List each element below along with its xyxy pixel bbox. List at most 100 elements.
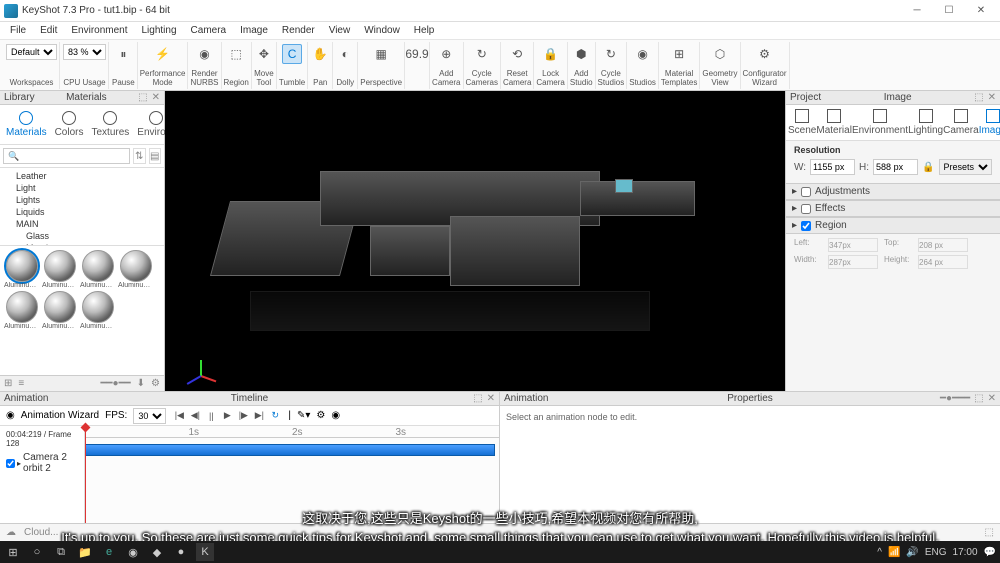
import-icon[interactable]: ⬇ [137,378,145,389]
width-input[interactable] [810,159,855,175]
toolbar-performance-mode[interactable]: ⚡ [153,44,173,64]
menu-lighting[interactable]: Lighting [136,23,183,38]
screenshot-icon[interactable]: ⬚ [985,527,994,538]
menu-view[interactable]: View [323,23,357,38]
tree-item[interactable]: Glass [2,230,162,242]
undock-icon[interactable]: ⬚ [974,393,983,404]
search-input[interactable] [3,148,130,164]
maximize-button[interactable]: ☐ [934,2,964,20]
sort-icon[interactable]: ⇅ [133,148,146,164]
material-thumb[interactable]: Aluminum T... [80,291,116,330]
toolbar-dolly[interactable]: ◐ [335,44,355,64]
clock[interactable]: 17:00 [953,547,978,558]
view-list-icon[interactable]: ≡ [18,378,24,389]
last-frame-button[interactable]: ▶| [252,409,266,423]
projtab-lighting[interactable]: Lighting [908,109,943,136]
toolbar-reset-camera[interactable]: ⟲ [507,44,527,64]
chrome-icon[interactable]: ◉ [124,543,142,561]
next-frame-button[interactable]: |▶ [236,409,250,423]
tray-up-icon[interactable]: ^ [877,547,882,558]
material-thumb[interactable]: Aluminum B... [42,250,78,289]
section-adjustments[interactable]: ▸Adjustments [786,183,1000,200]
material-thumb[interactable]: Aluminum R... [80,250,116,289]
toolbar-studios[interactable]: ◉ [633,44,653,64]
projtab-environment[interactable]: Environment [852,109,908,136]
height-input[interactable] [873,159,918,175]
toolbar-cycle-studios[interactable]: ↻ [601,44,621,64]
material-thumb[interactable]: Aluminum R... [118,250,154,289]
timeline-track[interactable]: 1s2s3s [85,426,499,526]
menu-edit[interactable]: Edit [34,23,63,38]
undock-icon[interactable]: ⬚ [974,92,983,103]
toolbar-pause[interactable]: ⏸ [113,44,133,64]
lock-aspect-icon[interactable]: 🔒 [922,162,934,173]
section-region[interactable]: ▸Region [786,217,1000,234]
toolbar-configurator-wizard[interactable]: ⚙ [755,44,775,64]
network-icon[interactable]: 📶 [888,547,900,558]
loop-button[interactable]: ↻ [268,409,282,423]
presets-select[interactable]: Presets [939,159,992,175]
menu-render[interactable]: Render [276,23,321,38]
toolbar-69.9[interactable]: 69.9 [407,44,427,64]
toolbar-geometry-view[interactable]: ⬡ [710,44,730,64]
panel-close-icon[interactable]: ✕ [988,393,996,404]
toolbar-move-tool[interactable]: ✥ [254,44,274,64]
toolbar-add-studio[interactable]: ⬢ [571,44,591,64]
lang-indicator[interactable]: ENG [925,547,947,558]
menu-environment[interactable]: Environment [65,23,133,38]
settings-icon[interactable]: ⚙ [316,410,325,421]
anim-wizard-icon[interactable]: ◉ [6,410,15,421]
region-left[interactable] [828,238,878,252]
tree-item[interactable]: Leather [2,170,162,182]
workspace-select[interactable]: Default [6,44,57,60]
app-icon[interactable]: ◆ [148,543,166,561]
undock-icon[interactable]: ⬚ [473,393,482,404]
menu-camera[interactable]: Camera [185,23,233,38]
keyshot-taskbar-icon[interactable]: K [196,543,214,561]
toolbar-cycle-cameras[interactable]: ↻ [472,44,492,64]
toolbar-add-camera[interactable]: ⊕ [436,44,456,64]
material-thumb[interactable]: Aluminum R... [42,291,78,330]
preview-icon[interactable]: ◉ [331,410,340,421]
menu-image[interactable]: Image [234,23,274,38]
material-thumb[interactable]: Aluminum B... [4,250,40,289]
animation-clip[interactable] [85,444,495,456]
panel-close-icon[interactable]: ✕ [487,393,495,404]
tree-item[interactable]: Lights [2,194,162,206]
toolbar-lock-camera[interactable]: 🔒 [541,44,561,64]
view-grid-icon[interactable]: ⊞ [4,378,12,389]
playhead[interactable] [85,426,86,526]
toolbar-material-templates[interactable]: ⊞ [669,44,689,64]
keyframe-icon[interactable]: ✎▾ [297,410,310,421]
region-width[interactable] [828,255,878,269]
menu-help[interactable]: Help [408,23,441,38]
explorer-icon[interactable]: 📁 [76,543,94,561]
render-viewport[interactable] [165,91,785,391]
libtab-textures[interactable]: Textures [87,109,133,140]
cortana-icon[interactable]: ○ [28,543,46,561]
notifications-icon[interactable]: 💬 [984,547,996,558]
menu-window[interactable]: Window [358,23,406,38]
projtab-material[interactable]: Material [816,109,852,136]
projtab-camera[interactable]: Camera [943,109,979,136]
toolbar-render-nurbs[interactable]: ◉ [194,44,214,64]
track-label[interactable]: ▸ Camera 2 orbit 2 [2,450,82,476]
libtab-colors[interactable]: Colors [51,109,88,140]
projtab-image[interactable]: Image [979,109,1000,136]
edge-icon[interactable]: e [100,543,118,561]
tree-item[interactable]: Liquids [2,206,162,218]
cpu-select[interactable]: 83 % [63,44,106,60]
start-button[interactable]: ⊞ [4,543,22,561]
settings-icon[interactable]: ⚙ [151,378,160,389]
region-height[interactable] [918,255,968,269]
close-button[interactable]: ✕ [966,2,996,20]
pause-button[interactable]: || [204,409,218,423]
cloud-icon[interactable]: ☁ [6,527,16,538]
section-effects[interactable]: ▸Effects [786,200,1000,217]
app-icon[interactable]: ● [172,543,190,561]
filter-icon[interactable]: ▤ [149,148,162,164]
toolbar-pan[interactable]: ✋ [310,44,330,64]
material-thumb[interactable]: Aluminum R... [4,291,40,330]
tree-item[interactable]: Light [2,182,162,194]
panel-close-icon[interactable]: ✕ [152,92,160,103]
